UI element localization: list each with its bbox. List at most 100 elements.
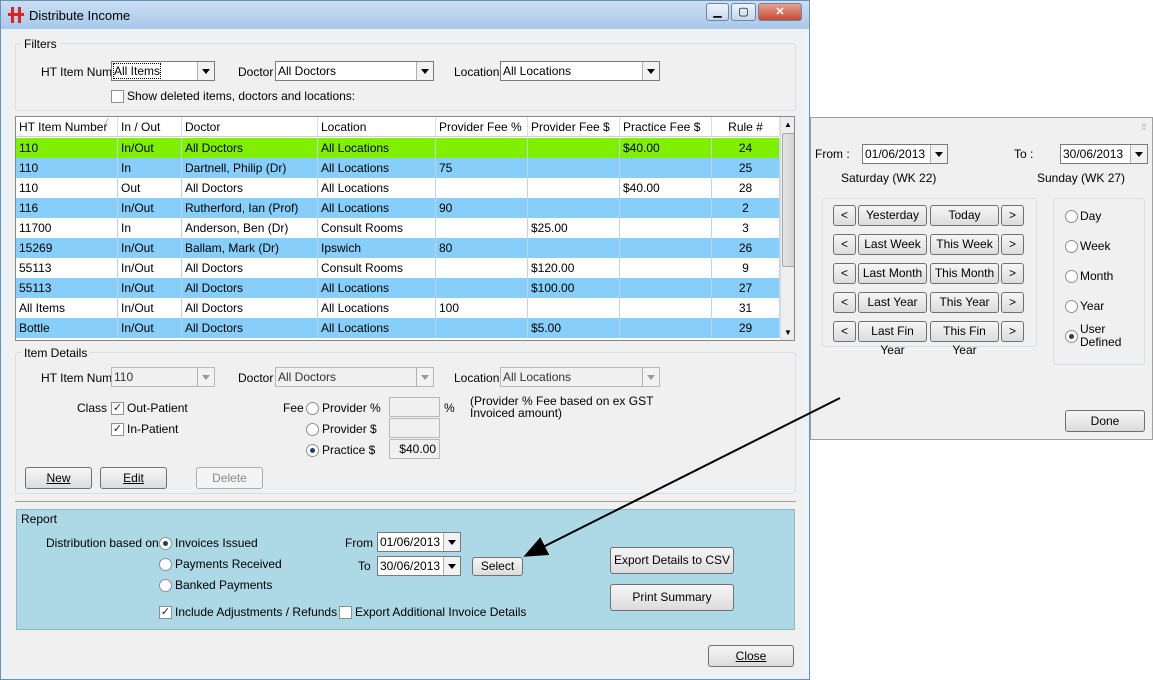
- popup-from-date[interactable]: 01/06/2013: [862, 144, 948, 164]
- table-row[interactable]: 11700 In Anderson, Ben (Dr) Consult Rooms $2…: [16, 218, 780, 238]
- chevron-down-icon[interactable]: [930, 145, 947, 163]
- next-period-button[interactable]: >: [1001, 263, 1024, 284]
- column-header[interactable]: HT Item Number: [16, 117, 118, 137]
- table-row[interactable]: 15269 In/Out Ballam, Mark (Dr) Ipswich 80 26: [16, 238, 780, 258]
- period-button-last-week[interactable]: Last Week: [858, 234, 927, 255]
- export-additional-checkbox[interactable]: [339, 606, 352, 619]
- provider-pct-radio[interactable]: [306, 402, 319, 415]
- out-patient-checkbox[interactable]: ✓: [111, 402, 124, 415]
- period-button-last-month[interactable]: Last Month: [858, 263, 927, 284]
- table-row[interactable]: All Items In/Out All Doctors All Locations 1…: [16, 298, 780, 318]
- next-period-button[interactable]: >: [1001, 205, 1024, 226]
- period-button-last-year[interactable]: Last Year: [858, 292, 927, 313]
- chevron-down-icon[interactable]: [197, 368, 214, 386]
- period-button-this-month[interactable]: This Month: [930, 263, 999, 284]
- export-csv-button[interactable]: Export Details to CSV: [610, 547, 734, 574]
- print-summary-button[interactable]: Print Summary: [610, 584, 734, 611]
- table-cell-pfp: [436, 218, 528, 238]
- table-cell-pfp: 100: [436, 298, 528, 318]
- close-button[interactable]: Close: [708, 645, 794, 667]
- next-period-button[interactable]: >: [1001, 234, 1024, 255]
- payments-received-radio[interactable]: [159, 558, 172, 571]
- provider-dollar-field[interactable]: [389, 418, 440, 438]
- report-to-date[interactable]: 30/06/2013: [377, 556, 461, 576]
- column-header[interactable]: Practice Fee $: [620, 117, 712, 137]
- column-header[interactable]: Provider Fee %: [436, 117, 528, 137]
- next-period-button[interactable]: >: [1001, 321, 1024, 342]
- practice-dollar-radio[interactable]: [306, 444, 319, 457]
- period-radio-day[interactable]: [1065, 210, 1078, 223]
- prev-period-button[interactable]: <: [833, 321, 856, 342]
- select-button[interactable]: Select: [472, 557, 523, 576]
- provider-pct-field[interactable]: [389, 397, 440, 417]
- popup-to-date[interactable]: 30/06/2013: [1060, 144, 1148, 164]
- period-radio-year[interactable]: [1065, 300, 1078, 313]
- detail-doctor-combo[interactable]: All Doctors: [275, 367, 434, 387]
- next-period-button[interactable]: >: [1001, 292, 1024, 313]
- practice-dollar-field[interactable]: $40.00: [389, 439, 440, 459]
- chevron-down-icon[interactable]: [443, 533, 460, 551]
- detail-ht-item-combo[interactable]: 110: [111, 367, 215, 387]
- chevron-down-icon[interactable]: [443, 557, 460, 575]
- delete-button[interactable]: Delete: [196, 467, 263, 489]
- table-cell-inout: In/Out: [118, 318, 182, 338]
- title-bar[interactable]: Distribute Income ▁ ▢ ✕: [1, 1, 809, 29]
- detail-location-combo[interactable]: All Locations: [500, 367, 660, 387]
- scroll-up-icon[interactable]: ▲: [784, 120, 792, 129]
- column-header[interactable]: Location: [318, 117, 436, 137]
- period-button-this-week[interactable]: This Week: [930, 234, 999, 255]
- include-adjustments-checkbox[interactable]: ✓: [159, 606, 172, 619]
- period-button-this-week-label: This Week: [936, 237, 993, 251]
- chevron-down-icon[interactable]: [1130, 145, 1147, 163]
- chevron-down-icon[interactable]: [416, 62, 433, 80]
- rules-table[interactable]: HT Item Number In / Out Doctor Location Prov…: [15, 116, 795, 341]
- period-button-today[interactable]: Today: [930, 205, 999, 226]
- done-button[interactable]: Done: [1065, 410, 1145, 432]
- period-button-this-fin-year[interactable]: This Fin Year: [930, 321, 999, 357]
- scrollbar-thumb[interactable]: [782, 133, 794, 267]
- maximize-button[interactable]: ▢: [731, 3, 756, 21]
- in-patient-checkbox[interactable]: ✓: [111, 423, 124, 436]
- column-header[interactable]: Doctor: [182, 117, 318, 137]
- show-deleted-checkbox[interactable]: [111, 90, 124, 103]
- column-header[interactable]: In / Out: [118, 117, 182, 137]
- table-row[interactable]: Bottle In/Out All Doctors All Locations $5.0…: [16, 318, 780, 338]
- filter-ht-item-combo[interactable]: All Items: [111, 61, 215, 81]
- minimize-button[interactable]: ▁: [706, 3, 729, 21]
- period-radio-week[interactable]: [1065, 240, 1078, 253]
- period-radio-month[interactable]: [1065, 270, 1078, 283]
- period-button-this-year[interactable]: This Year: [930, 292, 999, 313]
- report-from-date[interactable]: 01/06/2013: [377, 532, 461, 552]
- period-button-last-fin-year[interactable]: Last Fin Year: [858, 321, 927, 357]
- chevron-down-icon[interactable]: [197, 62, 214, 80]
- banked-payments-radio[interactable]: [159, 579, 172, 592]
- filter-location-combo[interactable]: All Locations: [500, 61, 660, 81]
- prev-period-button[interactable]: <: [833, 263, 856, 284]
- table-cell-pfd: [528, 178, 620, 198]
- period-button-yesterday[interactable]: Yesterday: [858, 205, 927, 226]
- scroll-down-icon[interactable]: ▼: [784, 328, 792, 337]
- provider-dollar-radio[interactable]: [306, 423, 319, 436]
- table-row[interactable]: 110 In/Out All Doctors All Locations $40.00 2…: [16, 138, 780, 158]
- vertical-scrollbar[interactable]: ▲ ▼: [780, 117, 794, 340]
- period-radio-user-defined[interactable]: [1065, 330, 1078, 343]
- chevron-down-icon[interactable]: [642, 62, 659, 80]
- invoices-issued-radio[interactable]: [159, 537, 172, 550]
- table-row[interactable]: 110 In Dartnell, Philip (Dr) All Locations 7…: [16, 158, 780, 178]
- column-header[interactable]: Rule #: [712, 117, 780, 137]
- prev-period-button[interactable]: <: [833, 234, 856, 255]
- table-row[interactable]: 110 Out All Doctors All Locations $40.00 28: [16, 178, 780, 198]
- column-header[interactable]: Provider Fee $: [528, 117, 620, 137]
- table-row[interactable]: 55113 In/Out All Doctors Consult Rooms $120.…: [16, 258, 780, 278]
- table-row[interactable]: 116 In/Out Rutherford, Ian (Prof) All Locat…: [16, 198, 780, 218]
- chevron-down-icon[interactable]: [642, 368, 659, 386]
- edit-button[interactable]: Edit: [100, 467, 167, 489]
- prev-period-button[interactable]: <: [833, 292, 856, 313]
- window-close-button[interactable]: ✕: [758, 3, 802, 21]
- filter-doctor-combo[interactable]: All Doctors: [275, 61, 434, 81]
- prev-period-button[interactable]: <: [833, 205, 856, 226]
- table-row[interactable]: 55113 In/Out All Doctors All Locations $100.…: [16, 278, 780, 298]
- chevron-down-icon[interactable]: [416, 368, 433, 386]
- new-button[interactable]: New: [25, 467, 92, 489]
- resize-grip-icon[interactable]: ⠿: [1141, 123, 1147, 132]
